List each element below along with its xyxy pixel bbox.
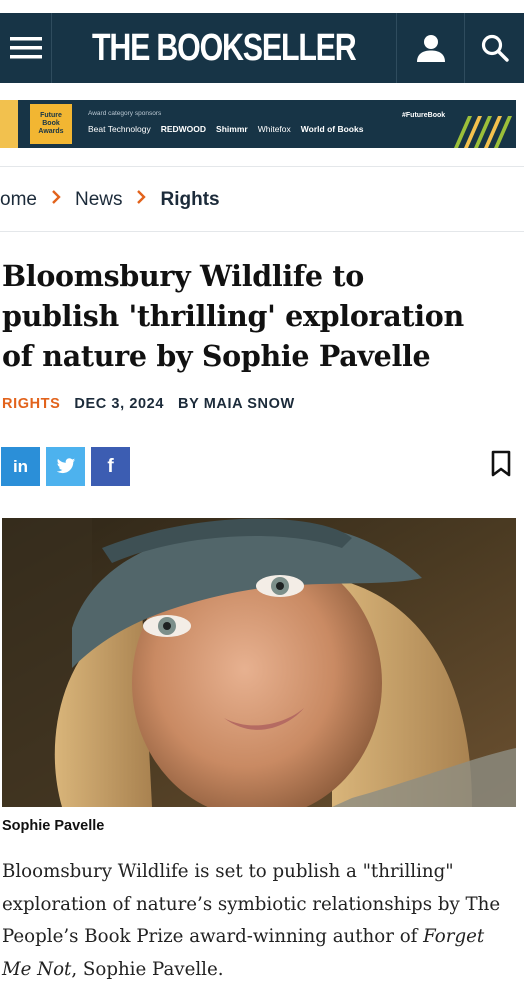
futurebook-awards-badge: Future Book Awards — [30, 104, 72, 144]
portrait-photo — [2, 518, 516, 807]
article-category[interactable]: RIGHTS — [2, 396, 60, 412]
site-header: THE BOOKSELLER — [0, 13, 524, 83]
badge-line: Future — [40, 112, 62, 119]
article-headline: Bloomsbury Wildlife to publish 'thrillin… — [2, 259, 464, 373]
sponsor-shimmr: Shimmr — [216, 124, 248, 134]
photo-caption: Sophie Pavelle — [2, 818, 105, 834]
article-author[interactable]: BY MAIA SNOW — [178, 396, 295, 412]
menu-button[interactable] — [0, 13, 52, 83]
banner-accent — [0, 100, 18, 148]
sponsor-banner[interactable]: Future Book Awards Award category sponso… — [0, 100, 516, 148]
sponsor-whitefox: Whitefox — [257, 124, 291, 134]
divider — [0, 231, 524, 232]
sponsor-redwood: REDWOOD — [160, 124, 207, 134]
article-date: DEC 3, 2024 — [74, 396, 165, 412]
share-facebook-button[interactable]: f — [91, 447, 130, 486]
breadcrumb-rights[interactable]: Rights — [160, 189, 219, 211]
chevron-right-icon — [51, 189, 61, 211]
chevron-right-icon — [136, 189, 147, 211]
sponsor-beat-technology: Beat Technology — [88, 124, 151, 134]
sponsor-list: Beat Technology REDWOOD Shimmr Whitefox … — [88, 124, 363, 134]
sponsor-world-of-books: World of Books — [300, 124, 364, 134]
badge-line: Awards — [38, 128, 64, 135]
article-photo — [2, 518, 516, 807]
hamburger-menu-icon — [9, 37, 42, 59]
article-meta: RIGHTS DEC 3, 2024 BY MAIA SNOW — [2, 396, 295, 412]
twitter-icon — [56, 458, 75, 474]
search-button[interactable] — [464, 13, 524, 83]
article-body: Bloomsbury Wildlife is set to publish a … — [2, 856, 502, 986]
breadcrumb-news[interactable]: News — [75, 189, 123, 211]
share-linkedin-button[interactable]: in — [1, 447, 40, 486]
body-tail: , Sophie Pavelle. — [71, 958, 224, 980]
badge-line: Book — [42, 120, 60, 127]
facebook-icon: f — [107, 455, 114, 477]
divider — [0, 166, 524, 167]
sponsor-label: Award category sponsors — [88, 110, 162, 117]
breadcrumb-home[interactable]: ome — [0, 189, 37, 211]
user-icon — [416, 35, 445, 62]
site-logo[interactable]: THE BOOKSELLER — [52, 13, 396, 83]
account-button[interactable] — [396, 13, 464, 83]
bookmark-icon[interactable] — [490, 450, 512, 478]
banner-stripes-graphic — [454, 116, 512, 148]
breadcrumb: ome News Rights — [0, 186, 220, 214]
search-icon — [481, 34, 509, 62]
linkedin-icon: in — [12, 456, 29, 476]
share-twitter-button[interactable] — [46, 447, 85, 486]
logo-text: THE BOOKSELLER — [92, 26, 357, 69]
banner-hashtag: #FutureBook — [402, 112, 446, 119]
